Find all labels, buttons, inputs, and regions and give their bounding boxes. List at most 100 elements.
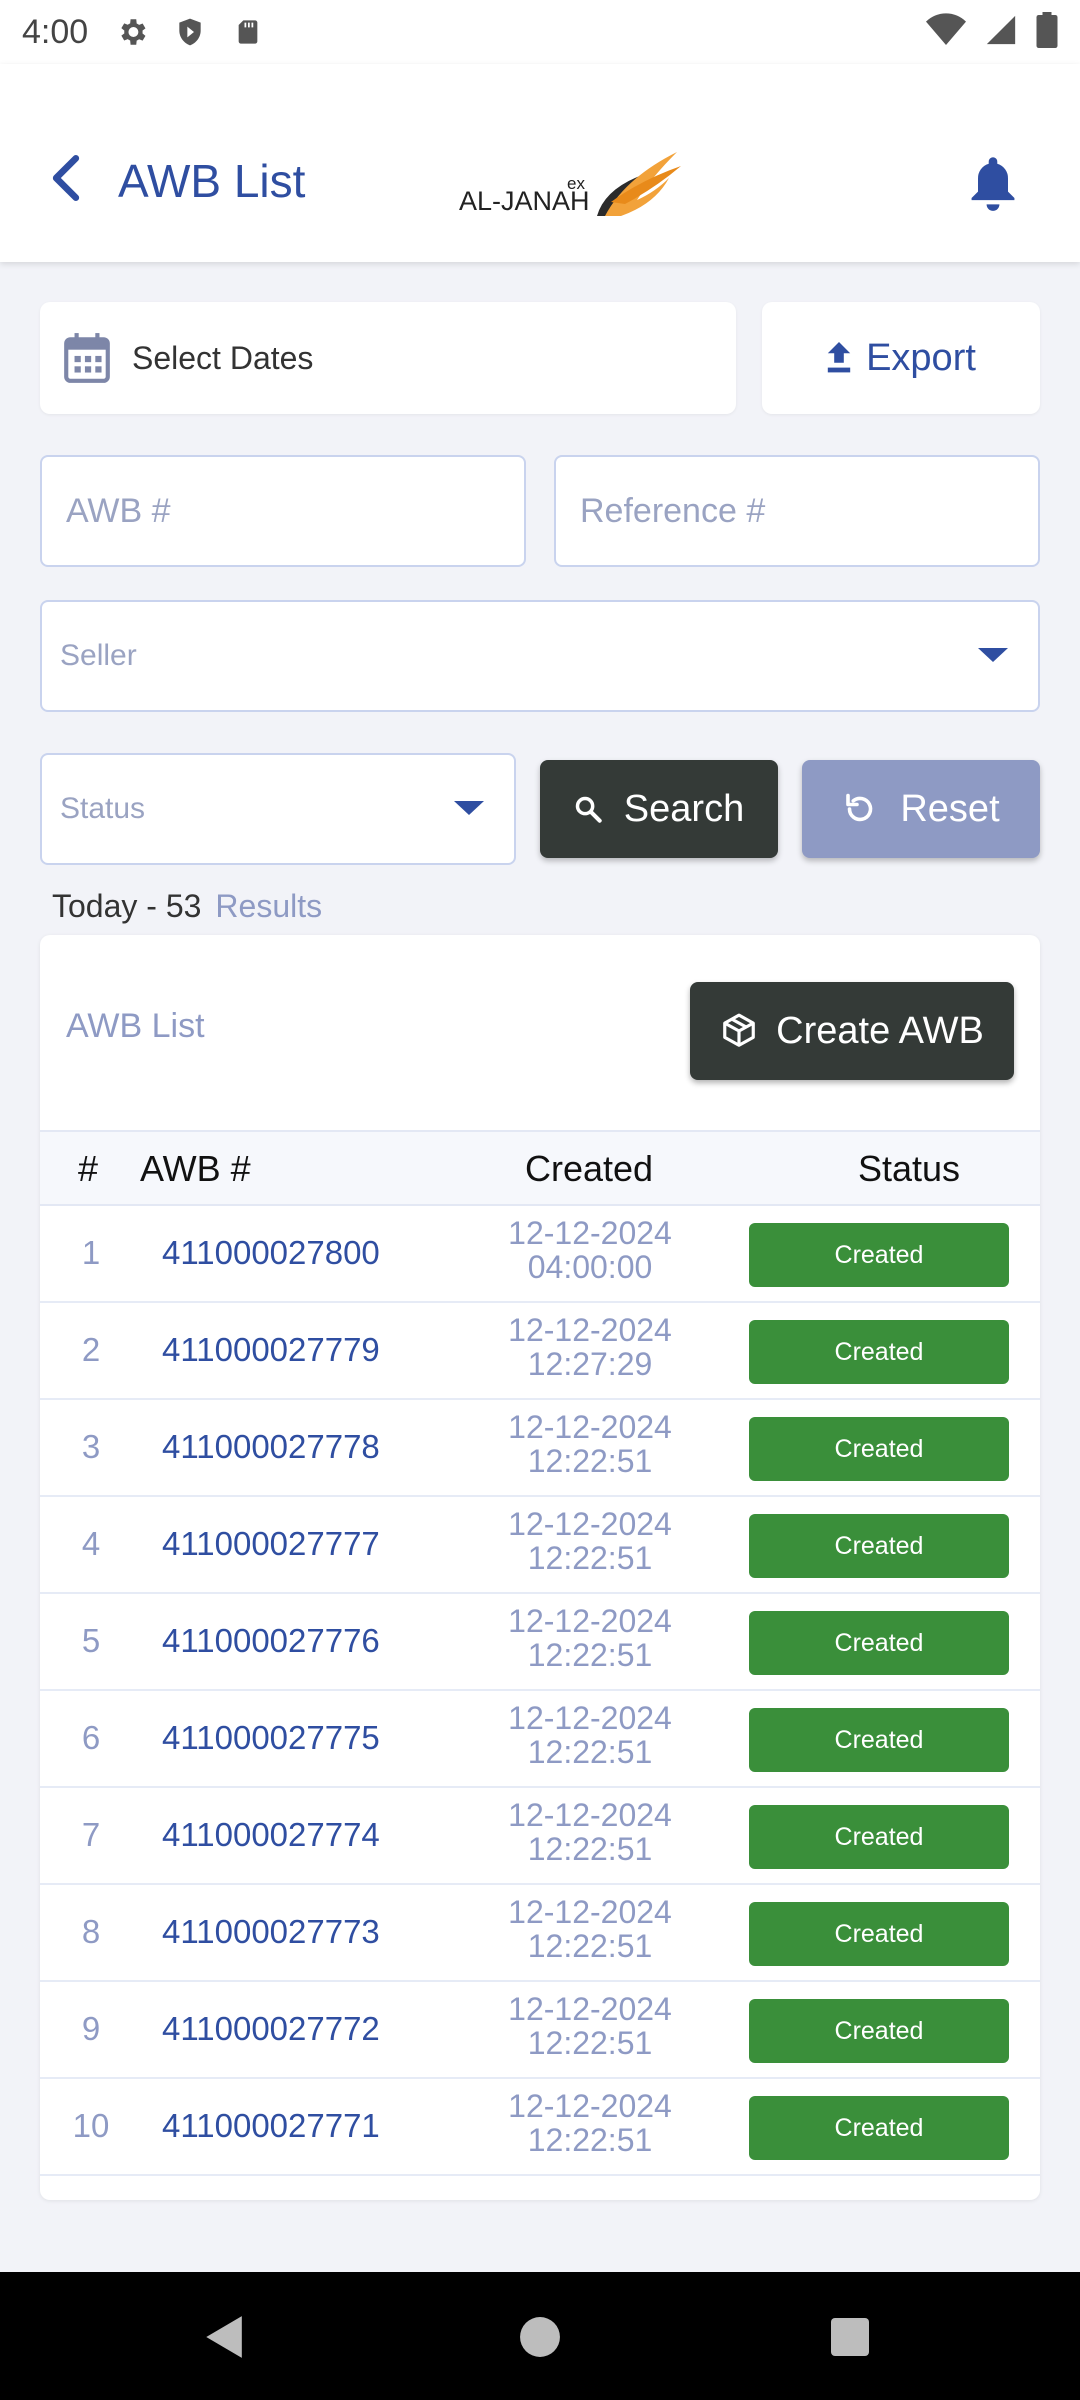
status-badge: Created [749,2096,1009,2160]
system-navigation-bar [0,2272,1080,2400]
export-button[interactable]: Export [762,302,1040,414]
settings-gear-icon [114,14,150,50]
square-recents-icon [831,2318,869,2356]
results-label: Results [215,888,323,924]
battery-icon [1036,11,1058,53]
table-row[interactable]: 6 411000027775 12-12-2024 12:22:51 Create… [40,1691,1040,1788]
row-number: 4 [81,1525,101,1562]
created-datetime: 12-12-2024 04:00:00 [470,1216,710,1284]
created-datetime: 12-12-2024 12:22:51 [470,1992,710,2060]
select-dates-label: Select Dates [132,339,314,376]
created-time: 12:22:51 [527,1637,653,1673]
table-row[interactable]: 7 411000027774 12-12-2024 12:22:51 Create… [40,1788,1040,1885]
cell-signal-icon [984,13,1018,52]
status-badge: Created [749,1611,1009,1675]
table-body: 1 411000027800 12-12-2024 04:00:00 Create… [40,1206,1040,2176]
upload-icon [827,342,851,373]
created-date: 12-12-2024 [508,1700,672,1736]
awb-number-link[interactable]: 411000027775 [162,1719,380,1757]
table-row[interactable]: 5 411000027776 12-12-2024 12:22:51 Create… [40,1594,1040,1691]
created-date: 12-12-2024 [508,1506,672,1542]
awb-placeholder: AWB # [66,491,171,530]
created-datetime: 12-12-2024 12:22:51 [470,1798,710,1866]
table-row[interactable]: 8 411000027773 12-12-2024 12:22:51 Create… [40,1885,1040,1982]
created-date: 12-12-2024 [508,2088,672,2124]
created-date: 12-12-2024 [508,1797,672,1833]
awb-list-card: AWB List Create AWB # AWB # Created Stat… [40,935,1040,2200]
shield-play-icon [172,14,208,50]
circle-home-icon [520,2317,560,2357]
awb-number-link[interactable]: 411000027776 [162,1622,380,1660]
caret-down-icon [978,648,1008,662]
status-dropdown[interactable]: Status [40,753,516,865]
awb-number-link[interactable]: 411000027773 [162,1913,380,1951]
table-header: # AWB # Created Status [40,1130,1040,1206]
created-time: 12:22:51 [527,1734,653,1770]
created-time: 12:22:51 [527,1540,653,1576]
status-bar: 4:00 [0,0,1080,64]
row-number: 5 [81,1622,101,1659]
created-datetime: 12-12-2024 12:27:29 [470,1313,710,1381]
results-summary: Today - 53 Results [52,888,322,925]
awb-number-link[interactable]: 411000027779 [162,1331,380,1369]
status-badge: Created [749,1417,1009,1481]
awb-number-link[interactable]: 411000027800 [162,1234,380,1272]
created-datetime: 12-12-2024 12:22:51 [470,1895,710,1963]
status-time: 4:00 [22,12,89,51]
calendar-icon [64,333,110,383]
row-number: 10 [72,2107,110,2144]
package-add-icon [723,1013,755,1047]
table-row[interactable]: 4 411000027777 12-12-2024 12:22:51 Create… [40,1497,1040,1594]
wifi-icon [926,12,966,52]
row-number: 3 [81,1428,101,1465]
table-row[interactable]: 3 411000027778 12-12-2024 12:22:51 Create… [40,1400,1040,1497]
created-datetime: 12-12-2024 12:22:51 [470,1410,710,1478]
reset-button[interactable]: Reset [802,760,1040,858]
column-header-number: # [78,1148,99,1189]
app-bar: AWB List AL-JANAH ex [0,64,1080,262]
status-badge: Created [749,1320,1009,1384]
created-time: 12:22:51 [527,2122,653,2158]
notifications-button[interactable] [964,152,1022,214]
status-badge: Created [749,1999,1009,2063]
table-row[interactable]: 2 411000027779 12-12-2024 12:27:29 Create… [40,1303,1040,1400]
create-awb-button[interactable]: Create AWB [690,982,1014,1080]
awb-number-input[interactable]: AWB # [40,455,526,567]
table-row[interactable]: 9 411000027772 12-12-2024 12:22:51 Create… [40,1982,1040,2079]
seller-dropdown[interactable]: Seller [40,600,1040,712]
search-button[interactable]: Search [540,760,778,858]
table-row[interactable]: 1 411000027800 12-12-2024 04:00:00 Create… [40,1206,1040,1303]
sd-card-icon [230,14,266,50]
nav-home-button[interactable] [515,2312,565,2362]
created-time: 04:00:00 [527,1249,653,1285]
awb-number-link[interactable]: 411000027774 [162,1816,380,1854]
awb-number-link[interactable]: 411000027771 [162,2107,380,2145]
awb-number-link[interactable]: 411000027772 [162,2010,380,2048]
created-time: 12:22:51 [527,1831,653,1867]
reference-number-input[interactable]: Reference # [554,455,1040,567]
status-label: Status [60,792,146,825]
back-button[interactable] [40,152,92,204]
row-number: 7 [81,1816,101,1853]
created-date: 12-12-2024 [508,1603,672,1639]
created-date: 12-12-2024 [508,1409,672,1445]
table-row[interactable]: 10 411000027771 12-12-2024 12:22:51 Creat… [40,2079,1040,2176]
column-header-status: Status [858,1148,961,1189]
awb-number-link[interactable]: 411000027777 [162,1525,380,1563]
column-header-awb: AWB # [140,1148,251,1189]
row-number: 2 [81,1331,101,1368]
status-badge: Created [749,1708,1009,1772]
created-time: 12:22:51 [527,2025,653,2061]
created-date: 12-12-2024 [508,1894,672,1930]
row-number: 1 [81,1234,101,1271]
created-date: 12-12-2024 [508,1991,672,2027]
nav-recents-button[interactable] [825,2312,875,2362]
reset-icon [846,793,873,822]
awb-number-link[interactable]: 411000027778 [162,1428,380,1466]
select-dates-button[interactable]: Select Dates [40,302,736,414]
reset-label: Reset [900,787,1000,830]
status-badge: Created [749,1902,1009,1966]
nav-back-button[interactable] [198,2312,248,2362]
page-title: AWB List [118,155,306,207]
status-badge: Created [749,1223,1009,1287]
